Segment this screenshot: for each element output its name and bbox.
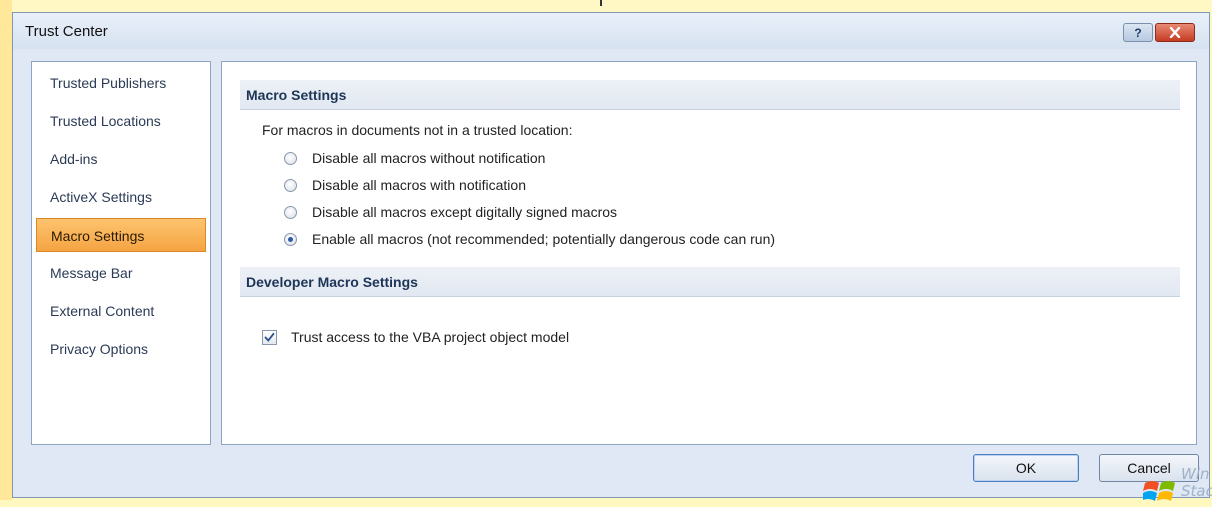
radio-button[interactable]	[284, 151, 297, 165]
close-icon	[1169, 27, 1181, 38]
title-bar[interactable]: Trust Center ?	[13, 13, 1209, 49]
macro-option-disable-no-notification[interactable]: Disable all macros without notification	[284, 148, 545, 168]
ok-button[interactable]: OK	[973, 454, 1079, 482]
vba-access-option[interactable]: Trust access to the VBA project object m…	[262, 327, 569, 347]
checkbox-label: Trust access to the VBA project object m…	[291, 329, 570, 345]
radio-label: Disable all macros without notification	[312, 150, 546, 166]
category-sidebar: Trusted Publishers Trusted Locations Add…	[31, 61, 211, 445]
desktop-left-edge	[0, 0, 12, 500]
sidebar-item-privacy-options[interactable]: Privacy Options	[36, 332, 206, 366]
help-icon: ?	[1134, 26, 1141, 39]
macro-settings-description: For macros in documents not in a trusted…	[262, 122, 573, 138]
radio-label: Disable all macros with notification	[312, 177, 526, 193]
radio-button[interactable]	[284, 205, 297, 219]
macro-option-enable-all[interactable]: Enable all macros (not recommended; pote…	[284, 229, 775, 249]
watermark-text-line1: Win	[1181, 465, 1210, 483]
sidebar-item-trusted-locations[interactable]: Trusted Locations	[36, 104, 206, 138]
trust-center-dialog: Trust Center ? Trusted Publishers Truste…	[12, 12, 1212, 501]
svg-text:?: ?	[1134, 26, 1141, 39]
sidebar-item-trusted-publishers[interactable]: Trusted Publishers	[36, 66, 206, 100]
developer-macro-settings-header: Developer Macro Settings	[240, 267, 1180, 297]
settings-panel: Macro Settings For macros in documents n…	[221, 61, 1197, 445]
radio-button[interactable]	[284, 178, 297, 192]
macro-option-disable-except-signed[interactable]: Disable all macros except digitally sign…	[284, 202, 617, 222]
radio-button-selected[interactable]	[284, 232, 297, 246]
desktop-background	[0, 0, 1212, 12]
sidebar-item-external-content[interactable]: External Content	[36, 294, 206, 328]
radio-label: Enable all macros (not recommended; pote…	[312, 231, 776, 247]
vba-access-checkbox[interactable]	[262, 329, 277, 345]
window-title: Trust Center	[25, 23, 108, 40]
checkmark-icon	[264, 332, 275, 342]
sidebar-item-activex-settings[interactable]: ActiveX Settings	[36, 180, 206, 214]
macro-option-disable-with-notification[interactable]: Disable all macros with notification	[284, 175, 526, 195]
cursor-mark	[600, 0, 602, 6]
radio-label: Disable all macros except digitally sign…	[312, 204, 618, 220]
help-button[interactable]: ?	[1123, 23, 1153, 42]
sidebar-item-add-ins[interactable]: Add-ins	[36, 142, 206, 176]
macro-settings-header: Macro Settings	[240, 80, 1180, 110]
windows-logo-icon	[1143, 481, 1175, 501]
close-button[interactable]	[1155, 23, 1195, 42]
sidebar-item-macro-settings[interactable]: Macro Settings	[36, 218, 206, 252]
sidebar-item-message-bar[interactable]: Message Bar	[36, 256, 206, 290]
watermark-text-line2: Stac	[1181, 482, 1212, 500]
